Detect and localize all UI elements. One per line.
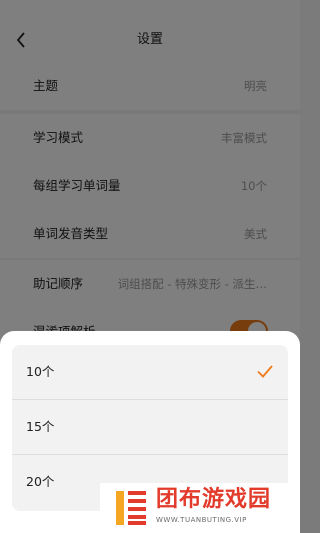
watermark-logo	[116, 491, 146, 525]
watermark: 团布游戏园 WWW.TUANBUTING.VIP	[100, 483, 300, 533]
option-label: 10个	[26, 364, 55, 379]
option-15[interactable]: 15个	[12, 400, 288, 454]
option-10[interactable]: 10个	[12, 345, 288, 399]
watermark-name: 团布游戏园	[156, 487, 272, 512]
check-icon	[257, 365, 273, 378]
watermark-url: WWW.TUANBUTING.VIP	[156, 516, 247, 524]
option-label: 20个	[26, 474, 55, 489]
option-label: 15个	[26, 419, 55, 434]
